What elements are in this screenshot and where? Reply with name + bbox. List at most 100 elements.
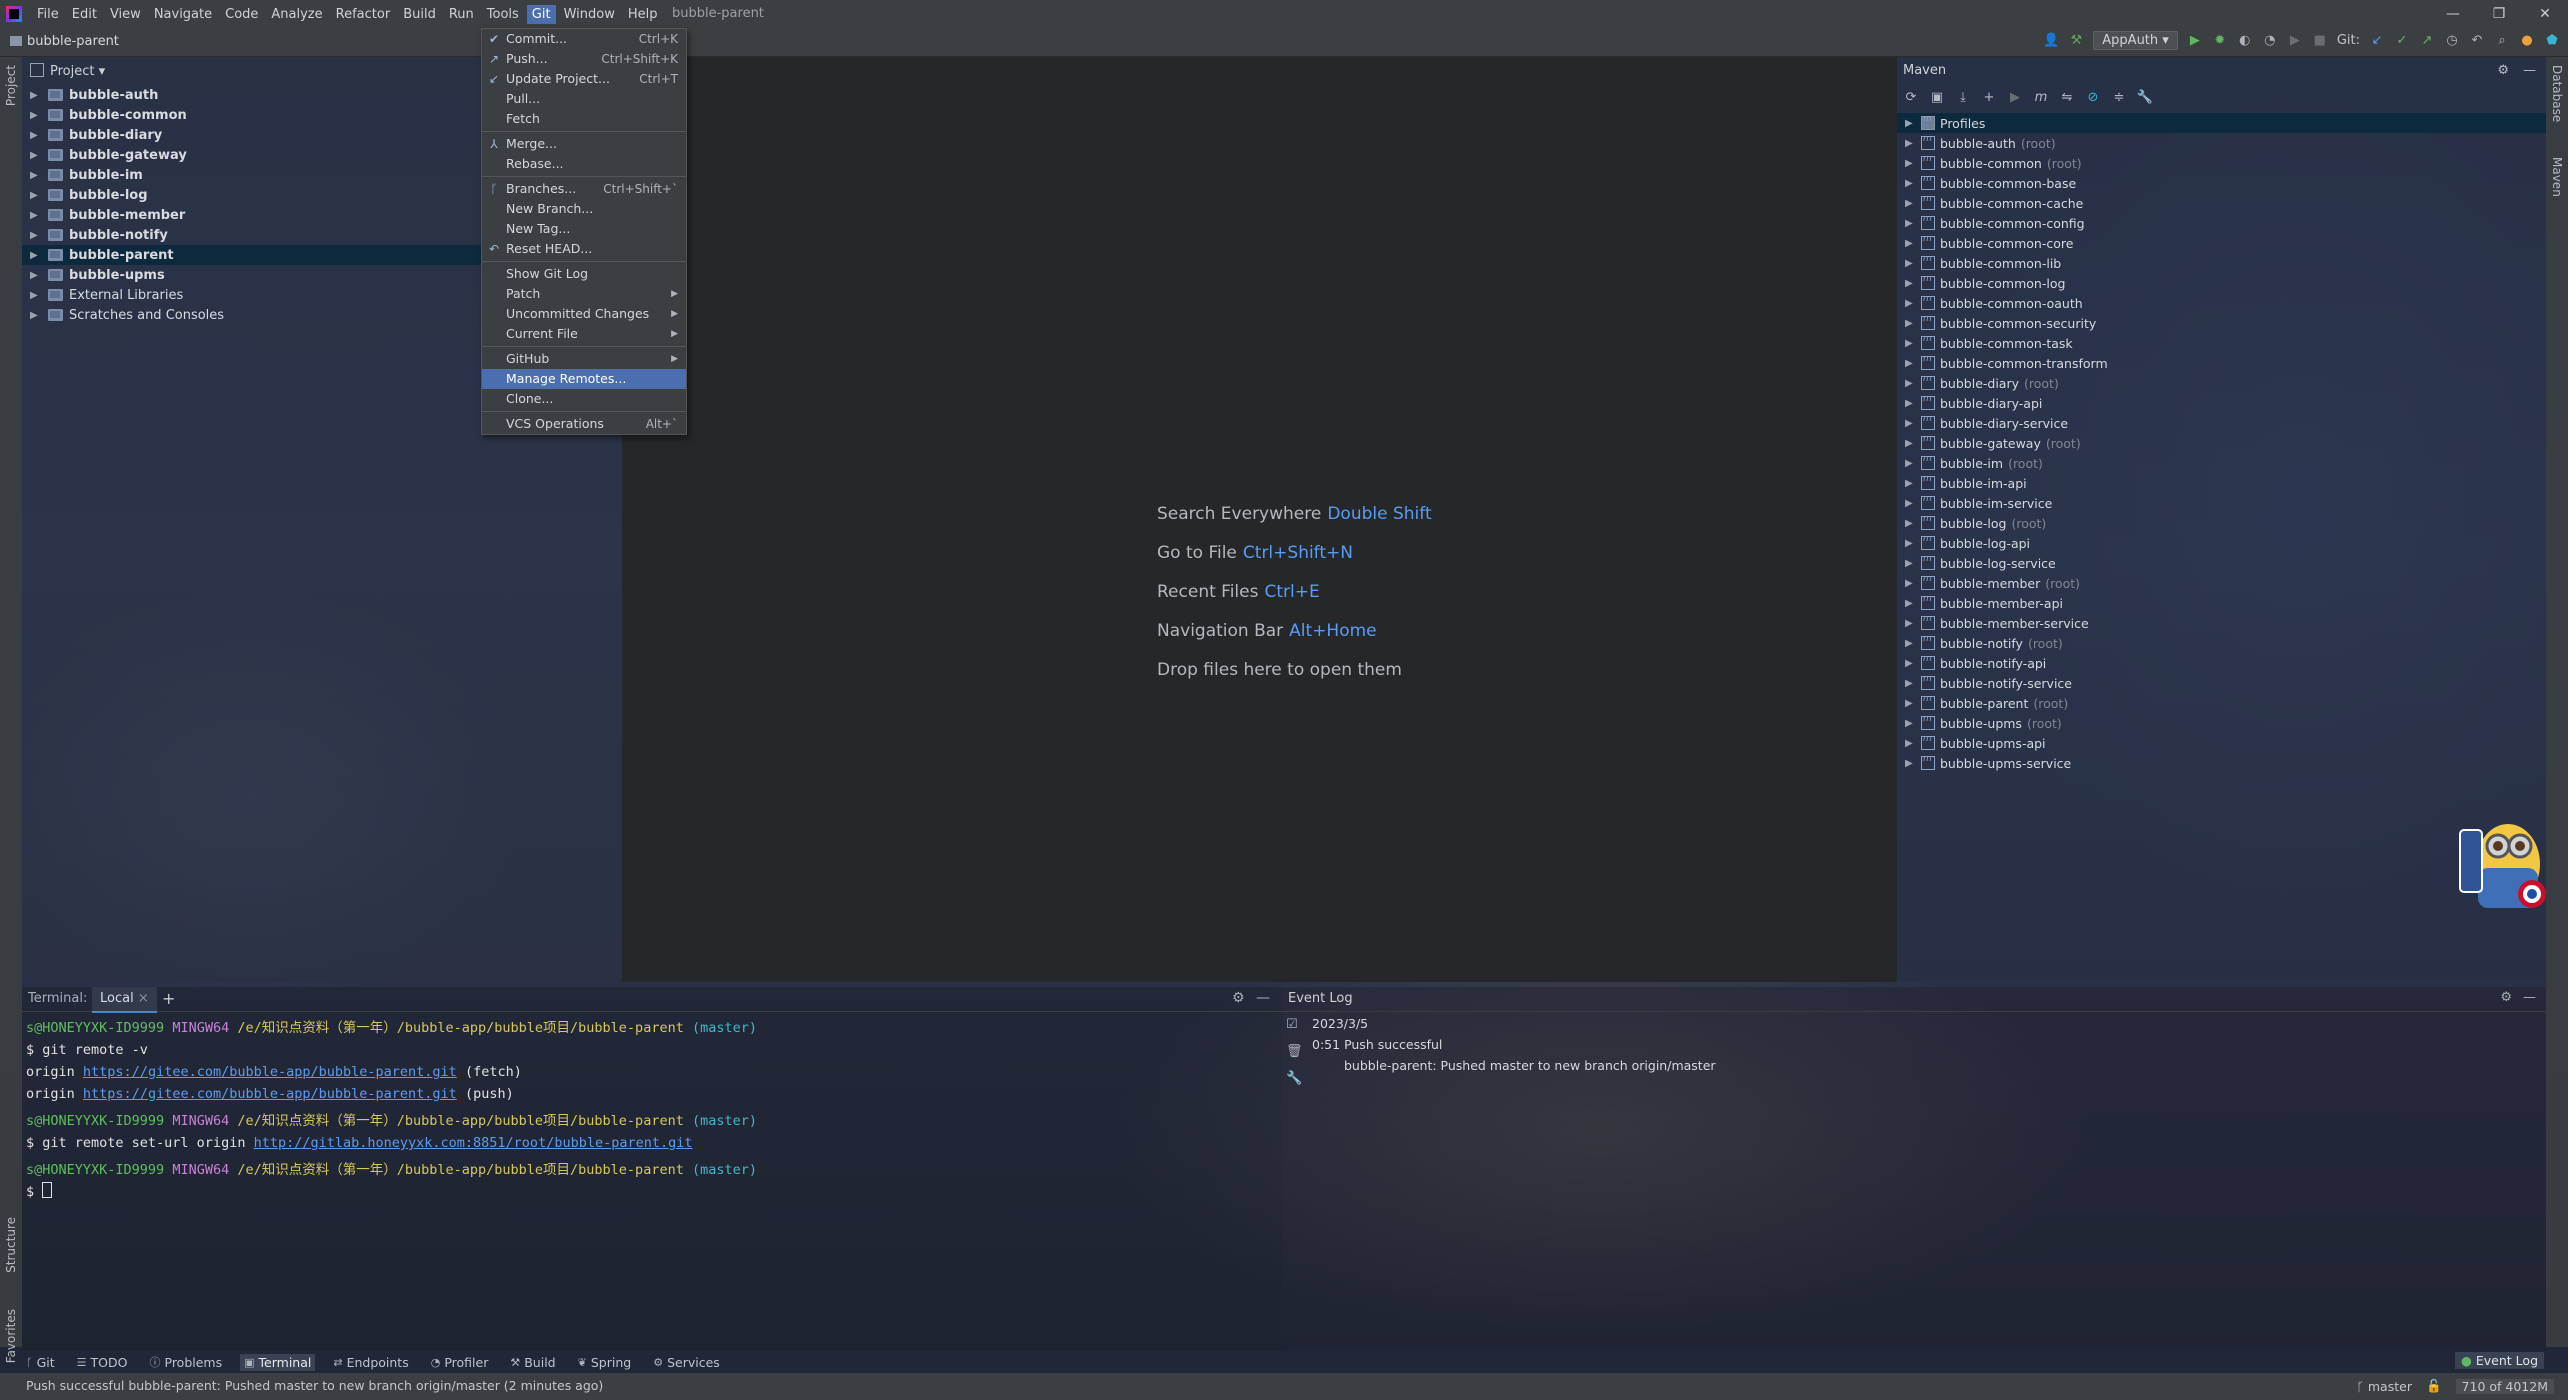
profile-icon[interactable]: ◔ [2262,33,2278,49]
chevron-right-icon[interactable]: ▶ [30,130,44,141]
mascot-plugin-icon[interactable] [2456,808,2546,914]
reload-icon[interactable]: ⟳ [1903,89,1919,105]
maven-item-bubble-common-base[interactable]: ▶ bubble-common-base [1897,173,2546,193]
chevron-right-icon[interactable]: ▶ [1905,118,1917,129]
new-terminal-button[interactable]: + [162,989,175,1008]
maven-item-bubble-notify-service[interactable]: ▶ bubble-notify-service [1897,673,2546,693]
git-commit-icon[interactable]: ✓ [2394,33,2410,49]
maven-item-bubble-log[interactable]: ▶ bubble-log(root) [1897,513,2546,533]
status-message[interactable]: Push successful bubble-parent: Pushed ma… [26,1378,603,1393]
chevron-right-icon[interactable]: ▶ [1905,138,1917,149]
run-maven-icon[interactable]: ▶ [2007,89,2023,105]
user-icon[interactable]: 👤 [2043,33,2059,49]
chevron-right-icon[interactable]: ▶ [30,210,44,221]
git-menu-item-commit[interactable]: ✔ Commit... Ctrl+K [482,29,686,49]
maven-tool-tab[interactable]: Maven [2550,157,2564,197]
run-icon[interactable]: ▶ [2187,33,2203,49]
git-menu-item-new-tag[interactable]: New Tag... [482,219,686,239]
menu-git[interactable]: Git [526,4,556,24]
hammer-icon[interactable]: ⚒ [2068,33,2084,49]
git-push-icon[interactable]: ↗ [2419,33,2435,49]
chevron-right-icon[interactable]: ▶ [1905,758,1917,769]
chevron-right-icon[interactable]: ▶ [30,230,44,241]
chevron-right-icon[interactable]: ▶ [1905,738,1917,749]
tool-tab-problems[interactable]: ⓘ Problems [146,1353,227,1371]
maven-item-bubble-auth[interactable]: ▶ bubble-auth(root) [1897,133,2546,153]
event-log-tool-tab[interactable]: ● Event Log [2454,1352,2544,1369]
download-icon[interactable]: ⤓ [1955,89,1971,105]
chevron-right-icon[interactable]: ▶ [30,170,44,181]
chevron-right-icon[interactable]: ▶ [1905,398,1917,409]
structure-tool-tab[interactable]: Structure [4,1217,18,1273]
restore-button[interactable]: ❐ [2476,0,2522,28]
database-tool-tab[interactable]: Database [2550,65,2564,122]
terminal-tab-local[interactable]: Local × [92,987,157,1013]
rerun-icon[interactable]: ▶ [2287,33,2303,49]
git-menu-item-branches[interactable]: ᚴ Branches... Ctrl+Shift+` [482,179,686,199]
chevron-right-icon[interactable]: ▶ [1905,678,1917,689]
minimize-button[interactable]: — [2430,0,2476,28]
git-menu-item-push[interactable]: ↗ Push... Ctrl+Shift+K [482,49,686,69]
memory-indicator[interactable]: 710 of 4012M [2455,1378,2554,1394]
git-menu-item-vcs-operations[interactable]: VCS Operations Alt+` [482,414,686,434]
maven-item-bubble-common-oauth[interactable]: ▶ bubble-common-oauth [1897,293,2546,313]
hide-icon[interactable]: — [1256,990,1270,1006]
history-icon[interactable]: ◷ [2444,33,2460,49]
chevron-right-icon[interactable]: ▶ [1905,158,1917,169]
tool-tab-build[interactable]: ⚒ Build [506,1354,559,1371]
menu-analyze[interactable]: Analyze [266,5,327,24]
chevron-right-icon[interactable]: ▶ [1905,178,1917,189]
skip-tests-icon[interactable]: ⊘ [2085,89,2101,105]
maven-item-bubble-diary[interactable]: ▶ bubble-diary(root) [1897,373,2546,393]
tool-tab-services[interactable]: ⚙ Services [649,1354,724,1371]
maven-item-bubble-common-cache[interactable]: ▶ bubble-common-cache [1897,193,2546,213]
generate-sources-icon[interactable]: ▣ [1929,89,1945,105]
debug-icon[interactable]: ✹ [2212,33,2228,49]
maven-item-bubble-diary-api[interactable]: ▶ bubble-diary-api [1897,393,2546,413]
git-branch-widget[interactable]: ᚴ master [2356,1379,2412,1394]
maven-item-bubble-im-api[interactable]: ▶ bubble-im-api [1897,473,2546,493]
chevron-right-icon[interactable]: ▶ [1905,298,1917,309]
maven-item-bubble-log-api[interactable]: ▶ bubble-log-api [1897,533,2546,553]
menu-navigate[interactable]: Navigate [149,5,217,24]
git-menu-item-current-file[interactable]: Current File ▶ [482,324,686,344]
maven-item-bubble-gateway[interactable]: ▶ bubble-gateway(root) [1897,433,2546,453]
git-menu-item-clone[interactable]: Clone... [482,389,686,409]
terminal-output[interactable]: s@HONEYYXK-ID9999 MINGW64 /e/知识点资料（第一年）/… [26,1017,757,1203]
hide-icon[interactable]: — [2523,990,2536,1005]
maven-item-bubble-common-transform[interactable]: ▶ bubble-common-transform [1897,353,2546,373]
coverage-icon[interactable]: ◐ [2237,33,2253,49]
git-menu-item-new-branch[interactable]: New Branch... [482,199,686,219]
chevron-right-icon[interactable]: ▶ [1905,478,1917,489]
chevron-right-icon[interactable]: ▶ [30,110,44,121]
chevron-right-icon[interactable]: ▶ [30,190,44,201]
git-menu-item-update-project[interactable]: ↙ Update Project... Ctrl+T [482,69,686,89]
chevron-right-icon[interactable]: ▶ [1905,238,1917,249]
menu-code[interactable]: Code [220,5,263,24]
wrench-icon[interactable]: 🔧 [2137,89,2153,105]
stop-icon[interactable]: ■ [2312,33,2328,49]
maven-item-bubble-member[interactable]: ▶ bubble-member(root) [1897,573,2546,593]
maven-item-bubble-common-security[interactable]: ▶ bubble-common-security [1897,313,2546,333]
menu-edit[interactable]: Edit [67,5,102,24]
git-update-icon[interactable]: ↙ [2369,33,2385,49]
maven-item-bubble-upms-service[interactable]: ▶ bubble-upms-service [1897,753,2546,773]
chevron-right-icon[interactable]: ▶ [30,290,44,301]
maven-item-bubble-notify-api[interactable]: ▶ bubble-notify-api [1897,653,2546,673]
tool-tab-todo[interactable]: ☰ TODO [73,1354,132,1371]
chevron-right-icon[interactable]: ▶ [1905,498,1917,509]
menu-view[interactable]: View [105,5,146,24]
search-icon[interactable]: ⌕ [2494,33,2510,49]
tool-tab-endpoints[interactable]: ⇄ Endpoints [329,1354,412,1371]
git-menu-item-merge[interactable]: ⅄ Merge... [482,134,686,154]
chevron-right-icon[interactable]: ▶ [1905,578,1917,589]
project-view-selector[interactable]: Project ▾ [30,63,105,79]
add-icon[interactable]: + [1981,89,1997,105]
breadcrumb[interactable]: bubble-parent [10,34,119,49]
chevron-right-icon[interactable]: ▶ [1905,598,1917,609]
git-menu-item-reset-head[interactable]: ↶ Reset HEAD... [482,239,686,259]
chevron-right-icon[interactable]: ▶ [1905,458,1917,469]
maven-item-bubble-member-service[interactable]: ▶ bubble-member-service [1897,613,2546,633]
lock-icon[interactable]: 🔓 [2426,1378,2442,1394]
git-menu-item-fetch[interactable]: Fetch [482,109,686,129]
